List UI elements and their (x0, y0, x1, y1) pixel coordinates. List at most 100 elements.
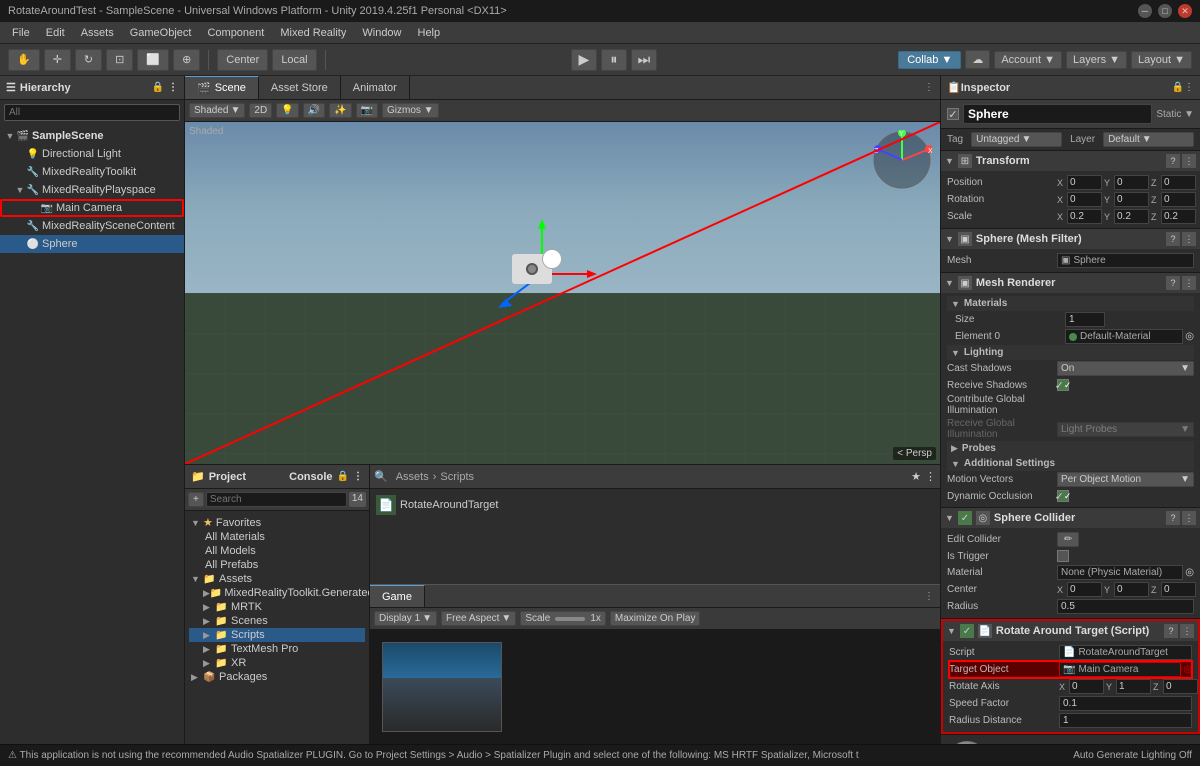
mesh-renderer-info-btn[interactable]: ? (1166, 276, 1180, 290)
project-more-icon[interactable]: ⋮ (353, 471, 363, 482)
display-dropdown[interactable]: Display 1 ▼ (374, 611, 437, 626)
layer-dropdown[interactable]: Default ▼ (1103, 132, 1194, 147)
rotate-axis-y[interactable] (1116, 679, 1151, 694)
collab-btn[interactable]: Collab ▼ (898, 51, 961, 69)
cast-shadows-dropdown[interactable]: On ▼ (1057, 361, 1194, 376)
tab-animator[interactable]: Animator (341, 76, 410, 99)
rotate-axis-x[interactable] (1069, 679, 1104, 694)
favorites-header[interactable]: ▼ ★ Favorites (189, 515, 365, 530)
minimize-btn[interactable]: ─ (1138, 4, 1152, 18)
inspector-lock-icon[interactable]: 🔒 (1172, 82, 1184, 93)
speed-factor-input[interactable] (1059, 696, 1192, 711)
hier-item-directional-light[interactable]: 💡 Directional Light (0, 145, 184, 163)
tool-move[interactable]: ✛ (44, 49, 71, 71)
tool-scale[interactable]: ⊡ (106, 49, 133, 71)
obj-static-label[interactable]: Static ▼ (1156, 109, 1194, 120)
tool-hand[interactable]: ✋ (8, 49, 40, 71)
hier-item-sphere[interactable]: ⚪ Sphere (0, 235, 184, 253)
is-trigger-checkbox[interactable] (1057, 550, 1069, 562)
additional-settings-header[interactable]: ▼ Additional Settings (947, 456, 1194, 471)
lighting-section-header[interactable]: ▼ Lighting (947, 345, 1194, 360)
console-tab-label[interactable]: Console (289, 471, 332, 483)
assets-header[interactable]: ▼ 📁 Assets (189, 572, 365, 586)
mesh-renderer-header[interactable]: ▼ ▣ Mesh Renderer ? ⋮ (941, 273, 1200, 293)
mesh-renderer-menu-btn[interactable]: ⋮ (1182, 276, 1196, 290)
project-lock-icon[interactable]: 🔒 (337, 471, 349, 482)
scale-x[interactable] (1067, 209, 1102, 224)
element0-picker[interactable]: ◎ (1185, 331, 1194, 342)
target-picker-btn[interactable]: ◎ (1183, 664, 1192, 675)
menu-gameobject[interactable]: GameObject (122, 25, 200, 41)
mesh-value[interactable]: ▣ Sphere (1057, 253, 1194, 268)
transform-menu-btn[interactable]: ⋮ (1182, 154, 1196, 168)
hierarchy-search-input[interactable] (4, 104, 180, 121)
probes-section-header[interactable]: ▶ Probes (947, 441, 1194, 456)
motion-vectors-dropdown[interactable]: Per Object Motion ▼ (1057, 472, 1194, 487)
scale-z[interactable] (1161, 209, 1196, 224)
hier-item-mrtkcontent[interactable]: 🔧 MixedRealitySceneContent (0, 217, 184, 235)
center-y[interactable] (1114, 582, 1149, 597)
menu-window[interactable]: Window (354, 25, 409, 41)
position-z[interactable] (1161, 175, 1196, 190)
packages-item[interactable]: ▶ 📦 Packages (189, 670, 365, 684)
tool-rect[interactable]: ⬜ (137, 49, 169, 71)
sphere-collider-header[interactable]: ▼ ✓ ◎ Sphere Collider ? ⋮ (941, 508, 1200, 528)
sphere-collider-menu-btn[interactable]: ⋮ (1182, 511, 1196, 525)
receive-shadows-checkbox[interactable]: ✓ (1057, 379, 1069, 391)
scene-more-btn[interactable]: ⋮ (918, 82, 940, 93)
breadcrumb-scripts[interactable]: Scripts (440, 471, 474, 483)
rotate-around-check[interactable]: ✓ (960, 624, 974, 638)
edit-collider-btn[interactable]: ✏ (1057, 532, 1079, 547)
gizmos-btn[interactable]: Gizmos ▼ (382, 103, 439, 118)
persp-label[interactable]: < Persp (893, 447, 936, 460)
assets-favorite-icon[interactable]: ★ (911, 470, 921, 483)
menu-file[interactable]: File (4, 25, 38, 41)
maximize-btn[interactable]: □ (1158, 4, 1172, 18)
maximize-on-play-btn[interactable]: Maximize On Play (610, 611, 701, 626)
tab-scene[interactable]: 🎬 Scene (185, 76, 259, 99)
scenes-item[interactable]: ▶ 📁 Scenes (189, 614, 365, 628)
project-tab-label[interactable]: Project (209, 471, 281, 483)
rotate-around-info-btn[interactable]: ? (1164, 624, 1178, 638)
script-value[interactable]: 📄 RotateAroundTarget (1059, 645, 1192, 660)
breadcrumb-assets[interactable]: Assets (396, 471, 429, 483)
menu-component[interactable]: Component (199, 25, 272, 41)
sphere-collider-info-btn[interactable]: ? (1166, 511, 1180, 525)
inspector-more-icon[interactable]: ⋮ (1184, 82, 1194, 93)
menu-mixedreality[interactable]: Mixed Reality (272, 25, 354, 41)
position-y[interactable] (1114, 175, 1149, 190)
rotation-x[interactable] (1067, 192, 1102, 207)
hierarchy-more-icon[interactable]: ⋮ (168, 82, 178, 93)
scale-control[interactable]: Scale 1x (520, 611, 606, 626)
play-btn[interactable]: ▶ (571, 49, 597, 71)
add-btn[interactable]: + (188, 492, 204, 507)
radius-distance-input[interactable] (1059, 713, 1192, 728)
menu-edit[interactable]: Edit (38, 25, 73, 41)
project-search-input[interactable] (206, 492, 347, 507)
rotation-z[interactable] (1161, 192, 1196, 207)
rotate-around-header[interactable]: ▼ ✓ 📄 Rotate Around Target (Script) ? ⋮ (943, 621, 1198, 641)
mode-2d-btn[interactable]: 2D (249, 103, 272, 118)
tool-rotate[interactable]: ↻ (75, 49, 102, 71)
hier-item-mrp[interactable]: ▼ 🔧 MixedRealityPlayspace (0, 181, 184, 199)
xr-item[interactable]: ▶ 📁 XR (189, 656, 365, 670)
transform-header[interactable]: ▼ ⊞ Transform ? ⋮ (941, 151, 1200, 171)
shading-dropdown[interactable]: Shaded ▼ (189, 103, 245, 118)
hier-item-maincamera[interactable]: 📷 Main Camera (0, 199, 184, 217)
game-more-btn[interactable]: ⋮ (918, 591, 940, 602)
account-btn[interactable]: Account ▼ (994, 51, 1062, 69)
scale-y[interactable] (1114, 209, 1149, 224)
close-btn[interactable]: ✕ (1178, 4, 1192, 18)
obj-active-checkbox[interactable]: ✓ (947, 108, 959, 120)
rotate-axis-z[interactable] (1163, 679, 1198, 694)
hier-item-samplescene[interactable]: ▼ 🎬 SampleScene (0, 127, 184, 145)
menu-assets[interactable]: Assets (73, 25, 122, 41)
hier-item-mrtk[interactable]: 🔧 MixedRealityToolkit (0, 163, 184, 181)
obj-name-input[interactable] (963, 104, 1152, 124)
mat-size-input[interactable] (1065, 312, 1105, 327)
dynamic-occlusion-checkbox[interactable]: ✓ (1057, 490, 1069, 502)
all-materials-item[interactable]: All Materials (189, 530, 365, 544)
tool-custom[interactable]: ⊕ (173, 49, 200, 71)
scripts-item[interactable]: ▶ 📁 Scripts (189, 628, 365, 642)
mesh-filter-menu-btn[interactable]: ⋮ (1182, 232, 1196, 246)
